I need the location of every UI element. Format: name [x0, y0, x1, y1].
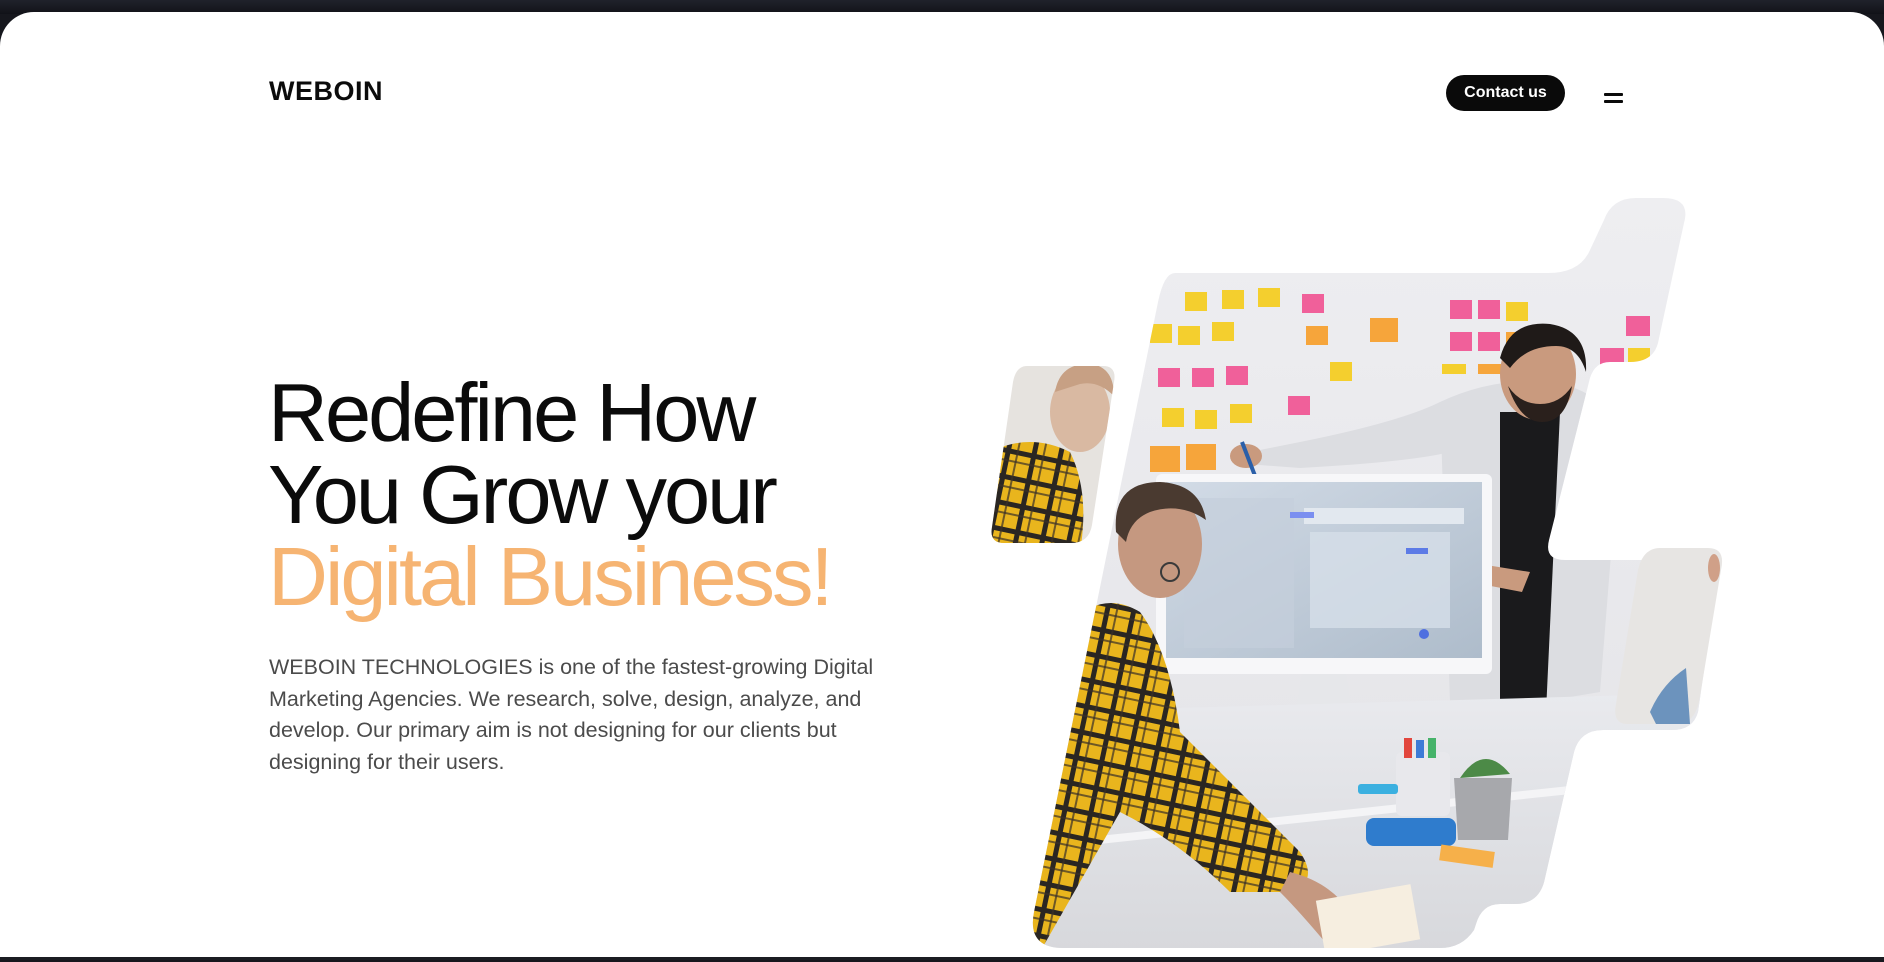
hero-photo-collage [991, 198, 1723, 948]
landing-page: WEBOIN Contact us Redefine How You Grow … [0, 12, 1884, 960]
page-bottom-edge [0, 957, 1884, 960]
side-photo-left [991, 366, 1115, 543]
team-meeting-photo [1032, 198, 1718, 948]
